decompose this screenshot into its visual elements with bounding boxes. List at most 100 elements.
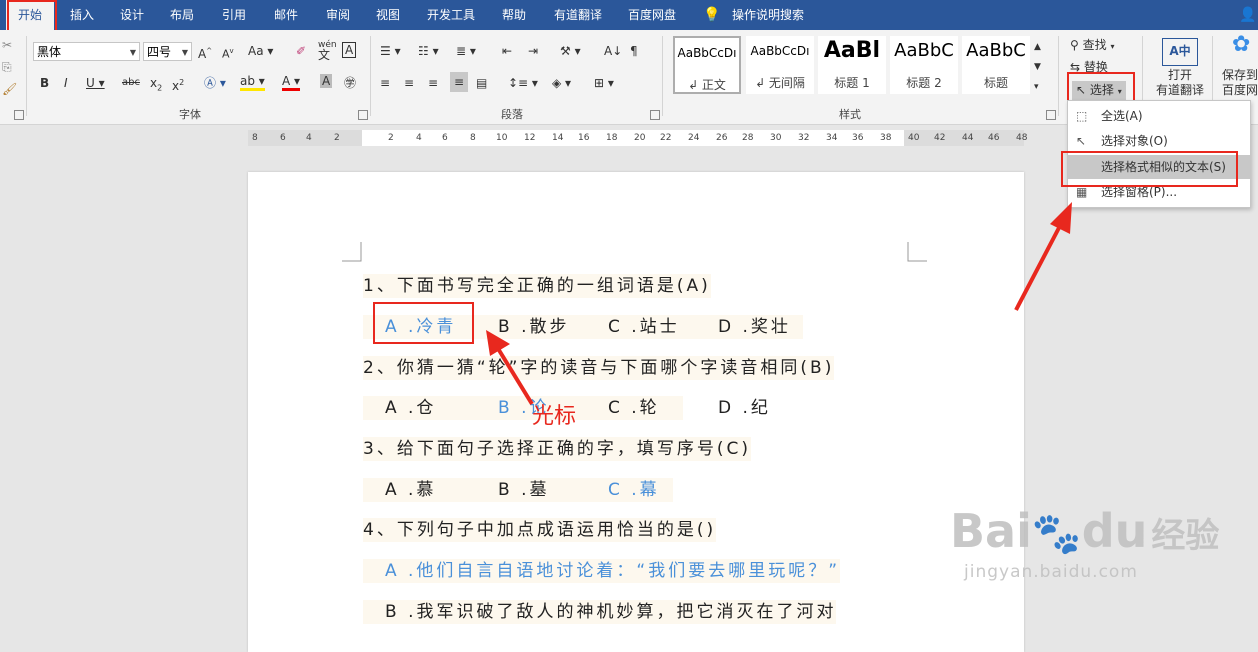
question-3-options: A .慕 B .墓 C .幕 [363,478,673,502]
ruler-tick-label: 26 [716,133,728,143]
tab-youdao[interactable]: 有道翻译 [546,0,610,30]
copy-icon[interactable]: ⎘ [2,58,12,76]
find-icon: ⚲ [1070,38,1079,52]
style-heading-1[interactable]: AaBl 标题 1 [818,36,886,94]
highlight-icon[interactable]: ab ▾ [240,74,265,91]
menu-pointer-arrow-icon [1014,202,1072,311]
tell-me-search[interactable]: 操作说明搜索 [726,0,810,30]
menu-item-select-all[interactable]: ⬚ 全选(A) [1068,104,1250,128]
option-2c: C .轮 [608,398,660,418]
grow-font-icon[interactable]: A^ [198,42,212,63]
ruler-tick-label: 8 [252,133,258,143]
style-heading-2[interactable]: AaBbC 标题 2 [890,36,958,94]
ruler-tick-label: 42 [934,133,946,143]
font-launcher-icon[interactable] [358,110,368,120]
strikethrough-icon[interactable]: abc [122,74,140,92]
cut-icon[interactable]: ✂ [2,36,12,54]
ruler-tick-label: 38 [880,133,892,143]
numbering-icon[interactable]: ☷ ▾ [418,42,439,60]
ruler-tick-label: 36 [852,133,864,143]
bullets-icon[interactable]: ☰ ▾ [380,42,401,60]
ruler-tick-label: 4 [416,133,422,143]
align-center-icon[interactable]: ≡ [404,74,414,92]
tab-mailings[interactable]: 邮件 [264,0,308,30]
font-group-label: 字体 [179,108,201,121]
align-left-icon[interactable]: ≡ [380,74,390,92]
font-color-icon[interactable]: A ▾ [282,74,301,91]
tab-developer[interactable]: 开发工具 [420,0,482,30]
option-4b: B .我军识破了敌人的神机妙算，把它消灭在了河对 [363,600,837,624]
select-all-icon: ⬚ [1076,109,1088,123]
increase-indent-icon[interactable]: ⇥ [528,42,538,60]
tab-insert[interactable]: 插入 [60,0,104,30]
option-3c: C .幕 [608,480,660,500]
baidu-pan-icon[interactable]: ✿ [1232,34,1250,56]
borders-icon[interactable]: ⊞ ▾ [594,74,614,92]
ruler-tick-label: 30 [770,133,782,143]
ruler-tick-label: 40 [908,133,920,143]
line-spacing-icon[interactable]: ↕≡ ▾ [508,74,538,92]
superscript-icon[interactable]: x2 [172,74,184,95]
text-effects-icon[interactable]: Ⓐ ▾ [204,74,226,92]
decrease-indent-icon[interactable]: ⇤ [502,42,512,60]
question-2: 2、你猜一猜“轮”字的读音与下面哪个字读音相同(B) [363,356,835,380]
ruler-tick-label: 8 [470,133,476,143]
styles-more-icon[interactable]: ▾ [1034,78,1039,96]
underline-icon[interactable]: U ▾ [86,74,105,92]
phonetic-guide-icon[interactable]: wén 文 [318,40,337,62]
style-no-spacing[interactable]: AaBbCcDı ↲ 无间隔 [746,36,814,94]
cursor-target-highlight [373,302,474,344]
tab-references[interactable]: 引用 [212,0,256,30]
ruler-tick-label: 22 [660,133,672,143]
account-icon[interactable]: 👤 [1238,0,1258,30]
baidu-jingyan-watermark: Bai🐾du 经验 jingyan.baidu.com [950,504,1220,582]
sort-icon[interactable]: A↓ [604,42,622,60]
style-title[interactable]: AaBbC 标题 [962,36,1030,94]
translate-icon[interactable]: A中 [1162,38,1198,66]
align-right-icon[interactable]: ≡ [428,74,438,92]
tab-view[interactable]: 视图 [366,0,410,30]
shading-icon[interactable]: ◈ ▾ [552,74,571,92]
bold-icon[interactable]: B [40,74,49,92]
cursor-icon: ↖ [1076,134,1087,148]
style-normal[interactable]: AaBbCcDı ↲ 正文 [673,36,741,94]
styles-launcher-icon[interactable] [1046,110,1056,120]
shrink-font-icon[interactable]: Av [222,42,234,64]
menu-item-select-objects[interactable]: ↖ 选择对象(O) [1068,129,1250,153]
tab-design[interactable]: 设计 [110,0,154,30]
change-case-icon[interactable]: Aa ▾ [248,42,273,60]
option-1d: D .奖壮 [718,317,791,337]
format-painter-icon[interactable]: 🖌 [2,80,17,98]
justify-icon[interactable]: ≡ [450,72,469,92]
tab-layout[interactable]: 布局 [160,0,204,30]
find-button[interactable]: ⚲ 查找 ▾ [1070,36,1114,56]
paragraph-launcher-icon[interactable] [650,110,660,120]
document-page[interactable]: 1、下面书写完全正确的一组词语是(A) A .冷青 B .散步 C .站士 D … [248,172,1024,652]
ruler-tick-label: 48 [1016,133,1028,143]
tab-review[interactable]: 审阅 [316,0,360,30]
multilevel-list-icon[interactable]: ≣ ▾ [456,42,476,60]
enclosed-char-icon[interactable]: ㊫ [344,74,356,92]
open-youdao-button[interactable]: 打开 有道翻译 [1150,68,1210,98]
font-size-combo[interactable]: 四号 ▼ [143,42,192,61]
save-to-baidu-button[interactable]: 保存到 百度网 [1222,68,1258,98]
chinese-layout-icon[interactable]: ⚒ ▾ [560,42,581,60]
show-marks-icon[interactable]: ¶ [630,42,638,60]
styles-scroll-down-icon[interactable]: ▼ [1034,58,1041,76]
font-name-combo[interactable]: 黑体 ▼ [33,42,140,61]
styles-scroll-up-icon[interactable]: ▲ [1034,38,1041,56]
italic-icon[interactable]: I [64,74,68,92]
question-3: 3、给下面句子选择正确的字，填写序号(C) [363,437,751,461]
clear-format-icon[interactable]: ✐ [296,42,306,60]
clipboard-launcher-icon[interactable] [14,110,24,120]
subscript-icon[interactable]: x2 [150,74,162,97]
char-border-icon[interactable]: A [342,42,357,58]
tab-help[interactable]: 帮助 [492,0,536,30]
option-3b: B .墓 [498,480,550,500]
cursor-annotation-label: 光标 [532,404,577,429]
tab-baidu-pan[interactable]: 百度网盘 [620,0,684,30]
char-shading-icon[interactable]: A [320,74,333,88]
distributed-icon[interactable]: ▤ [476,74,487,92]
lightbulb-icon: 💡 [703,7,721,23]
margin-corner-top-right [907,242,927,262]
